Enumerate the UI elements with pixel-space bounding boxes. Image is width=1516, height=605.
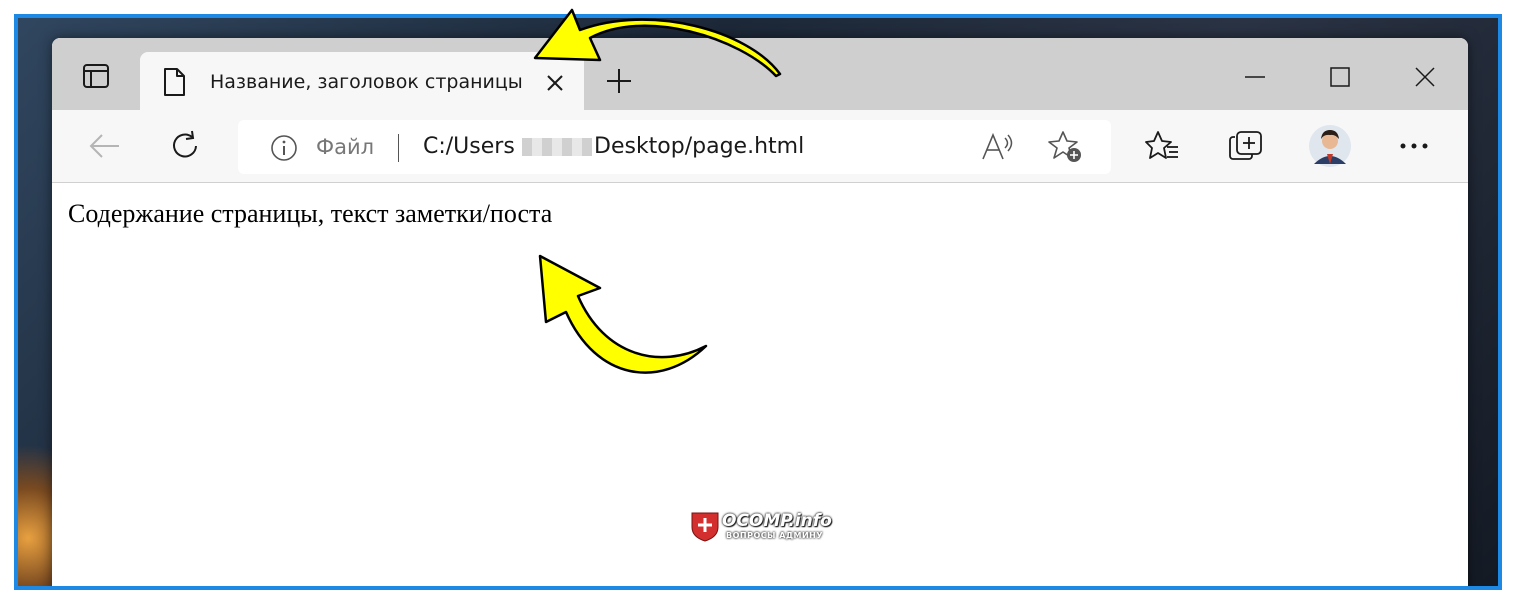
avatar <box>1309 125 1351 167</box>
minimize-icon[interactable] <box>1242 64 1268 90</box>
favorites-icon <box>1145 131 1178 159</box>
collections-icon <box>1229 131 1262 160</box>
watermark-logo: OCOMP.info ВОПРОСЫ АДМИНУ <box>690 509 850 549</box>
star-add-icon <box>1048 131 1081 162</box>
refresh-button[interactable] <box>168 128 204 164</box>
tab-actions-button[interactable] <box>78 58 114 94</box>
back-button[interactable] <box>86 128 122 164</box>
more-button[interactable] <box>1396 128 1432 164</box>
watermark-name: OCOMP.info <box>722 511 832 531</box>
refresh-icon <box>173 130 197 158</box>
read-aloud-icon <box>982 132 1013 160</box>
page-icon <box>164 68 185 96</box>
blurred-username <box>522 138 592 156</box>
url-text[interactable]: C:/Users <box>423 134 515 159</box>
back-arrow-icon <box>89 134 119 158</box>
address-separator <box>398 134 399 162</box>
url-text-path[interactable]: Desktop/page.html <box>594 134 804 159</box>
window-close-icon[interactable] <box>1412 64 1438 90</box>
tab-actions-icon <box>83 64 109 88</box>
maximize-icon[interactable] <box>1327 64 1353 90</box>
active-tab[interactable]: Название, заголовок страницы <box>140 52 584 110</box>
favorites-button[interactable] <box>1144 128 1180 164</box>
more-icon <box>1400 143 1428 149</box>
add-favorite-button[interactable] <box>1048 129 1084 165</box>
page-body-text: Содержание страницы, текст заметки/поста <box>68 199 553 228</box>
watermark-subtitle: ВОПРОСЫ АДМИНУ <box>726 531 824 540</box>
profile-button[interactable] <box>1308 124 1352 168</box>
page-content: Содержание страницы, текст заметки/поста… <box>52 183 1468 586</box>
read-aloud-button[interactable] <box>980 129 1016 165</box>
watermark-shield-icon <box>691 512 719 542</box>
tab-title: Название, заголовок страницы <box>210 71 523 93</box>
tab-strip: Название, заголовок страницы <box>52 38 1468 110</box>
close-icon[interactable] <box>542 70 568 96</box>
screenshot-frame: Название, заголовок страницы Файл C:/Use… <box>14 14 1502 590</box>
collections-button[interactable] <box>1228 128 1264 164</box>
plus-icon[interactable] <box>604 66 634 96</box>
browser-toolbar: Файл C:/Users Desktop/page.html <box>52 110 1468 183</box>
site-info-label[interactable]: Файл <box>316 135 374 159</box>
browser-window: Название, заголовок страницы Файл C:/Use… <box>52 38 1468 586</box>
info-icon[interactable] <box>270 134 298 162</box>
address-bar[interactable]: Файл C:/Users Desktop/page.html <box>238 120 1111 174</box>
